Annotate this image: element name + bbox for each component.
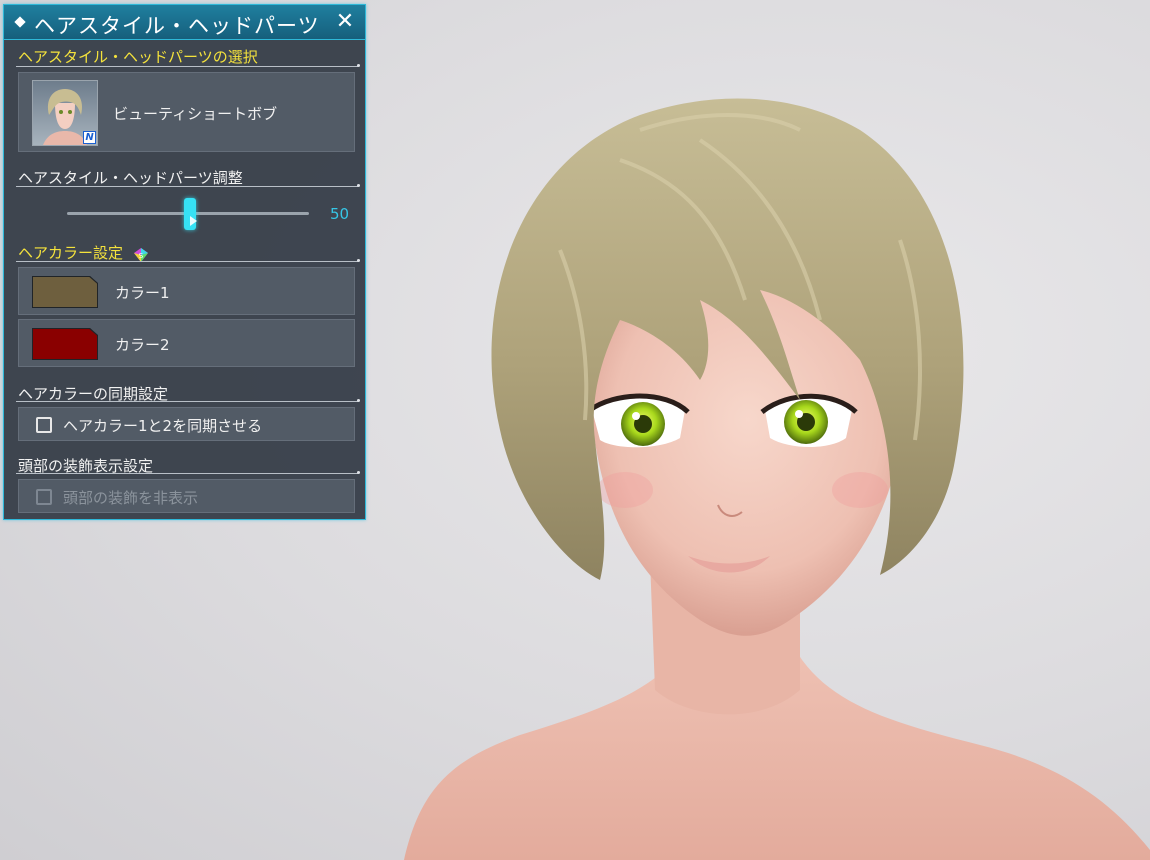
panel-title: ヘアスタイル・ヘッドパーツ bbox=[34, 14, 320, 38]
hair-color-1-button[interactable]: カラー1 bbox=[18, 267, 355, 315]
hide-head-accessory-checkbox[interactable] bbox=[36, 489, 52, 505]
character-eye-left bbox=[588, 393, 690, 448]
section-divider bbox=[16, 184, 360, 187]
new-badge-icon: N bbox=[83, 131, 96, 144]
slider-handle[interactable] bbox=[184, 198, 197, 230]
hairstyle-select-button[interactable]: N ビューティショートボブ bbox=[18, 72, 355, 152]
hide-head-accessory-option[interactable]: 頭部の装飾を非表示 bbox=[18, 479, 355, 513]
section-divider bbox=[16, 64, 360, 67]
hair-color-2-button[interactable]: カラー2 bbox=[18, 319, 355, 367]
hair-color-2-label: カラー2 bbox=[115, 336, 170, 354]
color-swatch-2 bbox=[33, 329, 97, 359]
hide-head-accessory-label: 頭部の装飾を非表示 bbox=[63, 489, 199, 507]
hairstyle-name: ビューティショートボブ bbox=[113, 105, 278, 123]
diamond-icon bbox=[14, 16, 26, 28]
section-divider bbox=[16, 471, 360, 474]
panel-titlebar[interactable]: ヘアスタイル・ヘッドパーツ ✕ bbox=[4, 5, 365, 40]
character-eye-right bbox=[760, 393, 858, 447]
hairstyle-thumbnail: N bbox=[32, 80, 98, 146]
slider-value: 50 bbox=[330, 205, 350, 223]
hairstyle-panel: ヘアスタイル・ヘッドパーツ ✕ ヘアスタイル・ヘッドパーツの選択 N ビューティ… bbox=[3, 4, 366, 520]
rainbow-gem-icon: S bbox=[134, 248, 148, 262]
section-divider bbox=[16, 259, 360, 262]
hair-color-1-label: カラー1 bbox=[115, 284, 170, 302]
section-title-selection: ヘアスタイル・ヘッドパーツの選択 bbox=[18, 48, 258, 66]
close-button[interactable]: ✕ bbox=[331, 8, 359, 36]
svg-text:S: S bbox=[139, 252, 144, 260]
section-title-hair-color: ヘアカラー設定 bbox=[18, 244, 124, 262]
section-divider bbox=[16, 399, 360, 402]
sync-colors-checkbox[interactable] bbox=[36, 417, 52, 433]
color-swatch-1 bbox=[33, 277, 97, 307]
sync-colors-label: ヘアカラー1と2を同期させる bbox=[63, 417, 263, 435]
sync-colors-option[interactable]: ヘアカラー1と2を同期させる bbox=[18, 407, 355, 441]
section-title-adjust: ヘアスタイル・ヘッドパーツ調整 bbox=[18, 169, 243, 187]
